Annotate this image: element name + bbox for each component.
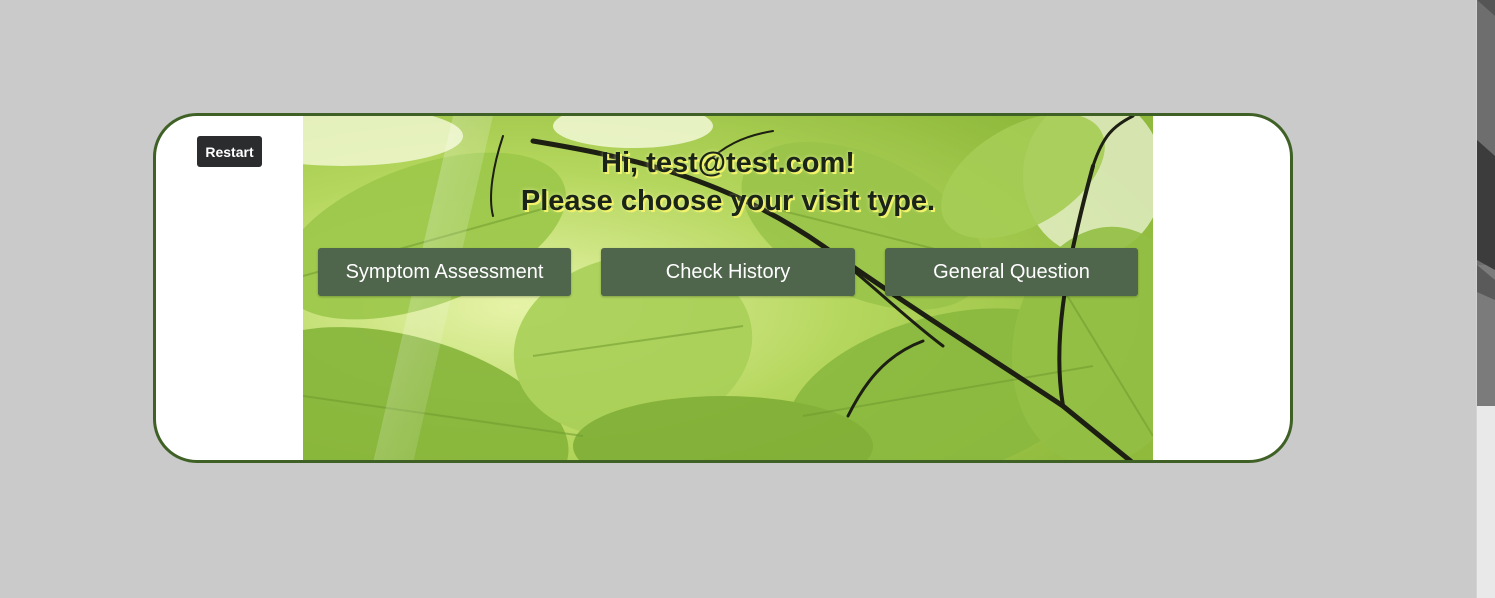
page: Restart Hi, test@test.com! Please choose… xyxy=(0,0,1495,598)
general-question-button[interactable]: General Question xyxy=(885,248,1138,296)
check-history-button[interactable]: Check History xyxy=(601,248,855,296)
greeting-heading: Hi, test@test.com! Please choose your vi… xyxy=(303,144,1153,220)
chat-card: Restart Hi, test@test.com! Please choose… xyxy=(153,113,1293,463)
restart-button[interactable]: Restart xyxy=(197,136,262,167)
scrollbar-thumb[interactable] xyxy=(1477,0,1495,406)
greeting-line-prompt: Please choose your visit type. xyxy=(520,185,936,217)
hero-banner: Hi, test@test.com! Please choose your vi… xyxy=(303,116,1153,460)
vertical-scrollbar[interactable] xyxy=(1476,0,1495,598)
greeting-line-user: Hi, test@test.com! xyxy=(601,147,855,179)
symptom-assessment-button[interactable]: Symptom Assessment xyxy=(318,248,571,296)
